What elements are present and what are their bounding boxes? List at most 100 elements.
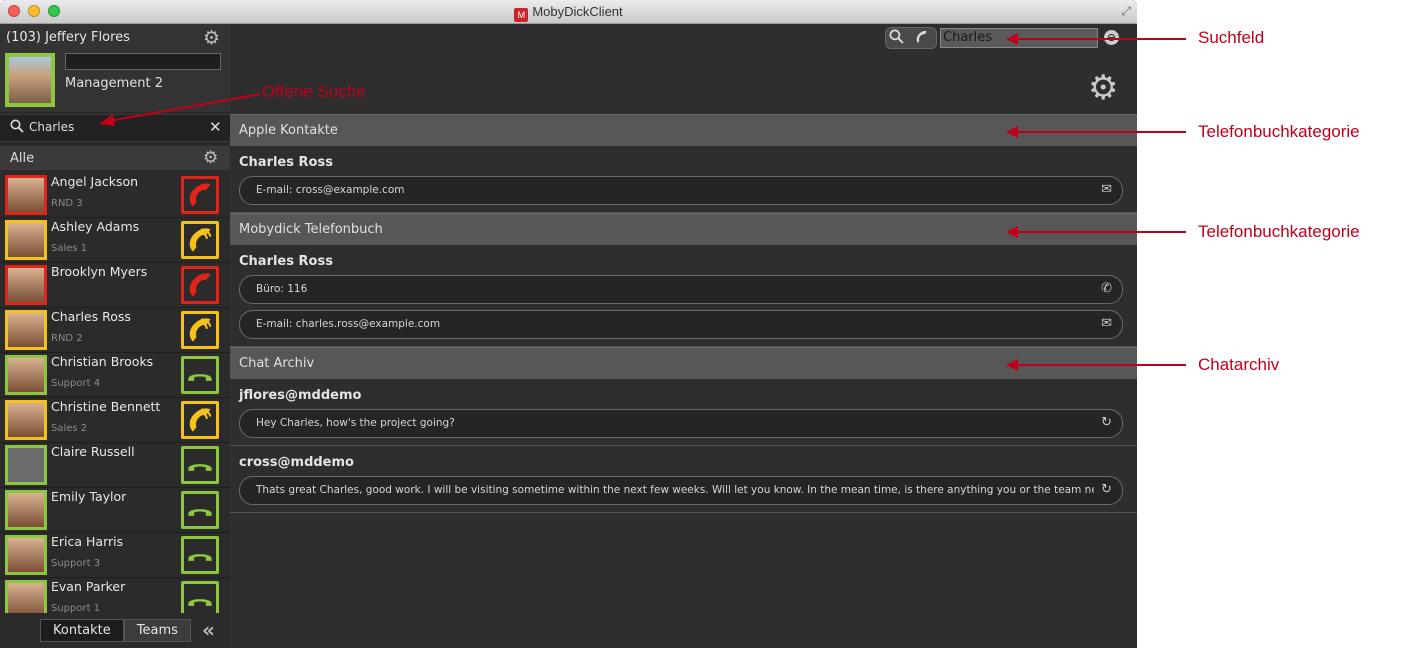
contact-avatar (5, 400, 47, 440)
chat-history-icon[interactable]: ↻ (1101, 482, 1112, 497)
annotation-kategorie-1: Telefonbuchkategorie (1198, 122, 1360, 141)
annotation-offene-suche: Offene Suche (262, 82, 366, 101)
dial-mode-phone-icon[interactable] (914, 29, 930, 49)
contact-avatar (5, 310, 47, 350)
contact-row[interactable]: Emily Taylor (0, 488, 230, 533)
result-item-text: Thats great Charles, good work. I will b… (256, 484, 1094, 496)
tab-teams[interactable]: Teams (123, 619, 191, 642)
contact-filter-bar: Alle ⚙ (0, 146, 230, 170)
mail-icon[interactable]: ✉ (1101, 182, 1112, 197)
phone-icon[interactable]: ✆ (1101, 281, 1112, 296)
contact-row[interactable]: Erica Harris Support 3 (0, 533, 230, 578)
phonebook-category-header[interactable]: Mobydick Telefonbuch (230, 213, 1137, 245)
annotation-arrowhead (1006, 33, 1018, 45)
contact-avatar (5, 490, 47, 530)
contact-avatar (5, 535, 47, 575)
contact-row[interactable]: Angel Jackson RND 3 (0, 173, 230, 218)
call-phone-icon[interactable] (181, 176, 219, 214)
user-settings-gear-icon[interactable]: ⚙ (203, 27, 220, 49)
call-phone-icon[interactable] (181, 401, 219, 439)
contact-group: Support 3 (51, 558, 101, 569)
contact-group: RND 3 (51, 198, 83, 209)
contact-row[interactable]: Evan Parker Support 1 (0, 578, 230, 613)
collapse-sidebar-icon[interactable]: « (202, 618, 215, 642)
filter-label[interactable]: Alle (10, 151, 34, 166)
annotation-arrowhead (1006, 126, 1018, 138)
contact-avatar (5, 175, 47, 215)
entry-name: Charles Ross (239, 254, 333, 269)
chat-history-icon[interactable]: ↻ (1101, 415, 1112, 430)
user-group: Management 2 (65, 76, 164, 91)
entry-divider (230, 445, 1137, 446)
user-name: (103) Jeffery Flores (6, 30, 130, 45)
result-item[interactable]: Hey Charles, how's the project going? ↻ (239, 409, 1123, 438)
result-item-text: E-mail: charles.ross@example.com (256, 318, 441, 330)
annotation-chatarchiv: Chatarchiv (1198, 355, 1280, 374)
contact-name: Emily Taylor (51, 489, 127, 504)
phonebook-category-header[interactable]: Chat Archiv (230, 347, 1137, 379)
fullscreen-icon[interactable]: ⤢ (1121, 4, 1131, 19)
annotation-arrow-offene-suche (99, 93, 262, 126)
annotation-arrow-line (1016, 364, 1186, 366)
phonebook-category-header[interactable]: Apple Kontakte (230, 114, 1137, 146)
contact-group: RND 2 (51, 333, 83, 344)
search-mode-icon[interactable] (889, 29, 904, 48)
sidebar-search-query[interactable]: Charles (29, 120, 74, 134)
category-title: Chat Archiv (239, 356, 315, 371)
contact-name: Charles Ross (51, 309, 131, 324)
contact-name: Christian Brooks (51, 354, 154, 369)
annotation-arrowhead (1006, 226, 1018, 238)
annotation-arrow-line (1016, 131, 1186, 133)
contact-avatar (5, 355, 47, 395)
window-title-text: MobyDickClient (532, 4, 623, 19)
contact-name: Evan Parker (51, 579, 126, 594)
contact-name: Angel Jackson (51, 174, 139, 189)
contact-name: Claire Russell (51, 444, 135, 459)
contact-row[interactable]: Christian Brooks Support 4 (0, 353, 230, 398)
annotation-arrow-line (1016, 231, 1186, 233)
result-item[interactable]: E-mail: charles.ross@example.com ✉ (239, 310, 1123, 339)
contact-name: Erica Harris (51, 534, 124, 549)
title-bar: M MobyDickClient ⤢ (0, 0, 1137, 24)
call-phone-icon[interactable] (181, 356, 219, 394)
contact-row[interactable]: Brooklyn Myers (0, 263, 230, 308)
call-phone-icon[interactable] (181, 536, 219, 574)
contact-row[interactable]: Christine Bennett Sales 2 (0, 398, 230, 443)
annotation-kategorie-2: Telefonbuchkategorie (1198, 222, 1360, 241)
user-status-input[interactable] (65, 53, 221, 70)
contact-avatar (5, 445, 47, 485)
user-avatar[interactable] (5, 53, 55, 107)
contact-name: Brooklyn Myers (51, 264, 148, 279)
tab-kontakte[interactable]: Kontakte (40, 619, 124, 642)
contact-avatar (5, 580, 47, 613)
search-icon (10, 119, 24, 137)
main-settings-gear-icon[interactable]: ⚙ (1088, 68, 1118, 108)
category-title: Mobydick Telefonbuch (239, 222, 383, 237)
call-phone-icon[interactable] (181, 221, 219, 259)
call-phone-icon[interactable] (181, 311, 219, 349)
mail-icon[interactable]: ✉ (1101, 316, 1112, 331)
contact-name: Christine Bennett (51, 399, 161, 414)
entry-name: jflores@mddemo (239, 388, 362, 403)
contact-list: Angel Jackson RND 3 Ashley Adams Sales 1 Bro… (0, 173, 230, 613)
call-phone-icon[interactable] (181, 446, 219, 484)
call-phone-icon[interactable] (181, 266, 219, 304)
filter-settings-gear-icon[interactable]: ⚙ (203, 148, 218, 168)
result-item-text: Hey Charles, how's the project going? (256, 417, 455, 429)
contact-row[interactable]: Claire Russell (0, 443, 230, 488)
call-phone-icon[interactable] (181, 491, 219, 529)
contact-row[interactable]: Ashley Adams Sales 1 (0, 218, 230, 263)
contact-row[interactable]: Charles Ross RND 2 (0, 308, 230, 353)
app-logo-icon: M (514, 8, 529, 22)
contact-group: Sales 2 (51, 423, 88, 434)
result-item[interactable]: E-mail: cross@example.com ✉ (239, 176, 1123, 205)
call-phone-icon[interactable] (181, 581, 219, 613)
result-item[interactable]: Büro: 116 ✆ (239, 275, 1123, 304)
annotation-suchfeld: Suchfeld (1198, 28, 1265, 47)
window-title: M MobyDickClient (0, 4, 1137, 22)
result-item[interactable]: Thats great Charles, good work. I will b… (239, 476, 1123, 505)
contact-avatar (5, 220, 47, 260)
contact-name: Ashley Adams (51, 219, 140, 234)
annotation-arrowhead (1006, 359, 1018, 371)
search-mode-toggle[interactable] (885, 27, 937, 49)
